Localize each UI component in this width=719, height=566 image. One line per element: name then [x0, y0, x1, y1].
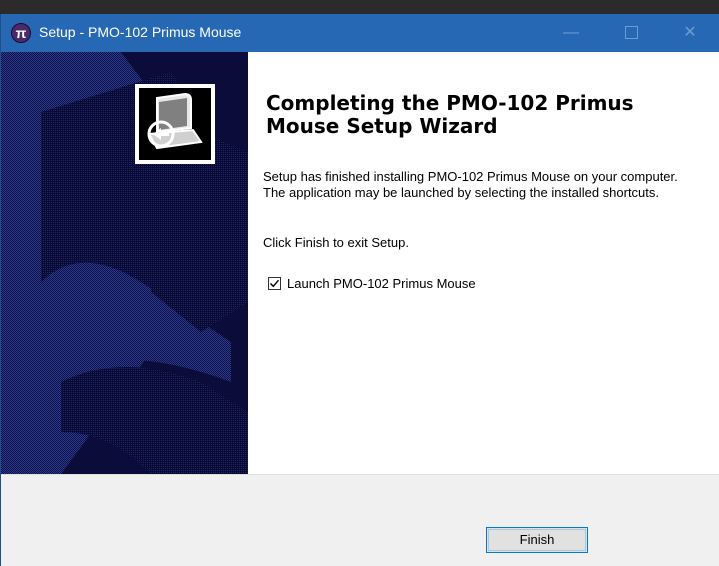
launch-checkbox-row[interactable]: Launch PMO-102 Primus Mouse — [268, 275, 476, 291]
launch-checkbox[interactable] — [268, 276, 281, 290]
title-bar[interactable]: π Setup - PMO-102 Primus Mouse — ✕ — [1, 14, 719, 52]
finished-text: Setup has finished installing PMO-102 Pr… — [263, 169, 678, 200]
close-icon[interactable]: ✕ — [665, 14, 715, 52]
checkmark-icon — [270, 279, 280, 287]
maximize-icon[interactable] — [606, 14, 656, 52]
exit-text: Click Finish to exit Setup. — [263, 235, 409, 250]
setup-window: π Setup - PMO-102 Primus Mouse — ✕ Compl… — [0, 14, 719, 566]
launch-checkbox-label[interactable]: Launch PMO-102 Primus Mouse — [287, 276, 476, 291]
finish-button[interactable]: Finish — [486, 527, 588, 553]
app-icon: π — [11, 23, 31, 43]
minimize-icon[interactable]: — — [546, 14, 596, 52]
wizard-content: Completing the PMO-102 Primus Mouse Setu… — [135, 52, 719, 474]
computer-setup-icon — [135, 84, 215, 164]
wizard-heading: Completing the PMO-102 Primus Mouse Setu… — [266, 91, 634, 138]
window-title: Setup - PMO-102 Primus Mouse — [39, 24, 242, 40]
wizard-footer: Finish — [1, 474, 719, 566]
